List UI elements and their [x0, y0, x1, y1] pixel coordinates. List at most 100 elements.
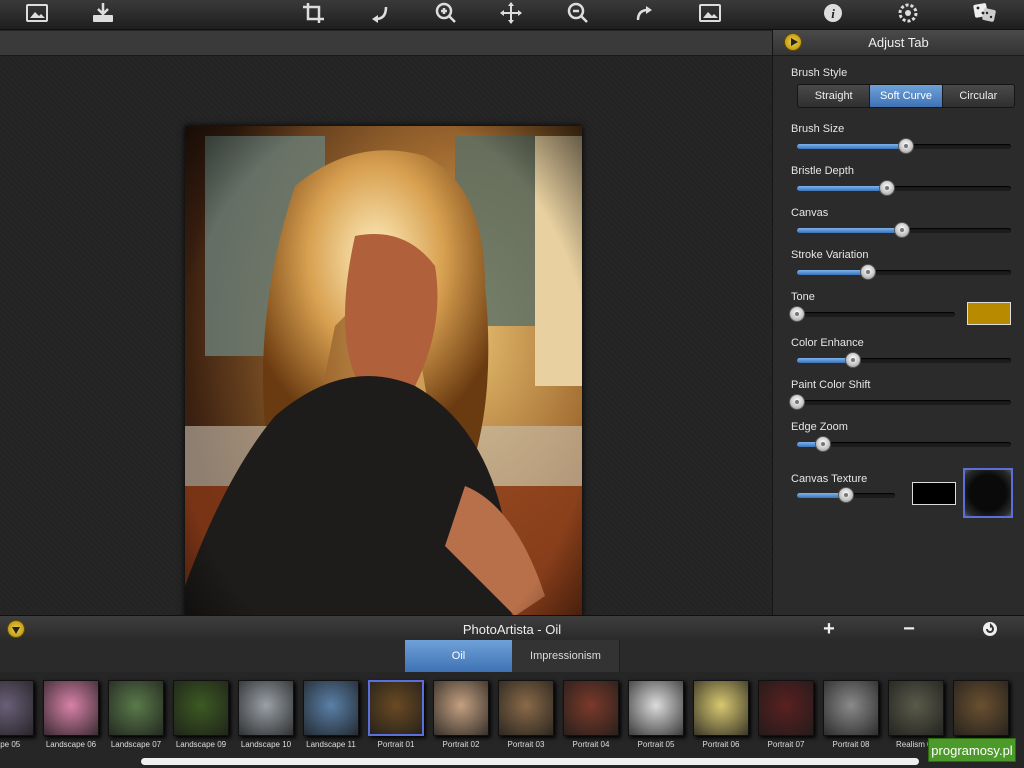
- thumbnail-label: Landscape 07: [110, 740, 162, 749]
- brush-size-slider[interactable]: [797, 138, 1011, 154]
- preset-thumbnail[interactable]: Portrait 03: [496, 680, 556, 749]
- canvas-texture-preview[interactable]: [963, 468, 1013, 518]
- slider-knob[interactable]: [893, 222, 910, 238]
- preset-thumbnail[interactable]: Portrait 02: [431, 680, 491, 749]
- edge-zoom-label: Edge Zoom: [791, 421, 848, 433]
- brush-size-label: Brush Size: [791, 123, 845, 135]
- random-dice-icon[interactable]: [968, 0, 1002, 26]
- preset-thumbnail[interactable]: Portrait 08: [821, 680, 881, 749]
- thumbnail-label: Portrait 02: [442, 740, 480, 749]
- thumbnail-label: Landscape 11: [306, 740, 356, 749]
- app-window: i Adjust Tab Brush Style Straight Soft C…: [0, 0, 1024, 768]
- preset-thumbnail[interactable]: Landscape 06: [41, 680, 101, 749]
- tone-slider[interactable]: [789, 306, 955, 322]
- zoom-in-icon[interactable]: [429, 0, 463, 26]
- thumbnail-label: Portrait 03: [507, 740, 545, 749]
- preset-thumbnail[interactable]: cape 05: [0, 680, 36, 749]
- thumbnail-image: [368, 680, 424, 736]
- preset-thumbnail-strip: cape 05 Landscape 06 Landscape 07 Landscape…: [0, 672, 1024, 768]
- canvas-label: Canvas: [791, 207, 829, 219]
- preset-thumbnail[interactable]: Landscape 07: [106, 680, 166, 749]
- canvas-slider[interactable]: [797, 222, 1011, 238]
- thumbnail-label: Portrait 01: [377, 740, 415, 749]
- bottom-bar: PhotoArtista - Oil + −: [0, 615, 1024, 640]
- settings-icon[interactable]: [891, 0, 925, 26]
- crop-icon[interactable]: [297, 0, 331, 26]
- slider-knob[interactable]: [844, 352, 861, 368]
- color-enhance-label: Color Enhance: [791, 337, 864, 349]
- thumbnail-label: Portrait 05: [637, 740, 675, 749]
- thumbnail-scrollbar[interactable]: [141, 758, 919, 765]
- tab-oil[interactable]: Oil: [405, 640, 513, 672]
- preset-thumbnail[interactable]: Landscape 09: [171, 680, 231, 749]
- slider-knob[interactable]: [878, 180, 895, 196]
- thumbnail-label: Landscape 06: [45, 740, 97, 749]
- add-icon[interactable]: +: [819, 618, 839, 640]
- open-photo-icon[interactable]: [20, 0, 54, 26]
- thumbnail-label: cape 05: [0, 740, 21, 749]
- preset-thumbnail[interactable]: Portrait 04: [561, 680, 621, 749]
- thumbnail-image: [173, 680, 229, 736]
- photo-frame-icon[interactable]: [693, 0, 727, 26]
- slider-knob[interactable]: [838, 487, 854, 503]
- tone-label: Tone: [791, 291, 815, 303]
- preset-thumbnail[interactable]: Portrait 06: [691, 680, 751, 749]
- slider-knob[interactable]: [898, 138, 915, 154]
- preset-thumbnail[interactable]: Landscape 11: [301, 680, 361, 749]
- brush-style-soft-curve[interactable]: Soft Curve: [870, 85, 943, 107]
- rotate-left-icon[interactable]: [363, 0, 397, 26]
- thumbnail-label: Landscape 10: [240, 740, 292, 749]
- thumbnail-image: [823, 680, 879, 736]
- bristle-depth-slider[interactable]: [797, 180, 1011, 196]
- canvas-texture-label: Canvas Texture: [791, 473, 868, 485]
- texture-color-swatch[interactable]: [912, 482, 956, 505]
- slider-knob[interactable]: [859, 264, 876, 280]
- thumbnail-label: Portrait 08: [832, 740, 870, 749]
- thumbnail-image: [628, 680, 684, 736]
- stroke-variation-label: Stroke Variation: [791, 249, 869, 261]
- thumbnail-image: [433, 680, 489, 736]
- canvas-area[interactable]: [0, 56, 772, 655]
- brush-style-segmented: Straight Soft Curve Circular: [797, 84, 1015, 108]
- canvas-header-bar: [0, 31, 772, 56]
- preset-thumbnail[interactable]: Portrait 01: [366, 680, 426, 749]
- zoom-out-icon[interactable]: [561, 0, 595, 26]
- thumbnail-label: Landscape 09: [175, 740, 227, 749]
- move-icon[interactable]: [494, 0, 528, 26]
- thumbnail-image: [498, 680, 554, 736]
- rotate-right-icon[interactable]: [627, 0, 661, 26]
- color-enhance-slider[interactable]: [797, 352, 1011, 368]
- save-icon[interactable]: [86, 0, 120, 26]
- thumbnail-image: [693, 680, 749, 736]
- slider-knob[interactable]: [814, 436, 831, 452]
- brush-style-circular[interactable]: Circular: [943, 85, 1014, 107]
- slider-knob[interactable]: [789, 306, 805, 322]
- remove-icon[interactable]: −: [899, 618, 919, 640]
- canvas-texture-slider[interactable]: [797, 487, 895, 503]
- svg-text:i: i: [831, 6, 835, 21]
- preset-thumbnail[interactable]: Landscape 10: [236, 680, 296, 749]
- brush-style-label: Brush Style: [791, 67, 848, 79]
- paint-color-shift-slider[interactable]: [789, 394, 1011, 410]
- preset-thumbnail[interactable]: Portrait 07: [756, 680, 816, 749]
- brush-style-straight[interactable]: Straight: [798, 85, 871, 107]
- bristle-depth-label: Bristle Depth: [791, 165, 854, 177]
- preset-thumbnail[interactable]: Portrait 05: [626, 680, 686, 749]
- oil-painting-preview[interactable]: [185, 126, 582, 655]
- slider-knob[interactable]: [789, 394, 805, 410]
- tab-impressionism[interactable]: Impressionism: [512, 640, 620, 672]
- thumbnail-image: [758, 680, 814, 736]
- thumbnail-image: [238, 680, 294, 736]
- stroke-variation-slider[interactable]: [797, 264, 1011, 280]
- thumbnail-label: Portrait 04: [572, 740, 610, 749]
- thumbnail-image: [563, 680, 619, 736]
- thumbnail-label: Portrait 06: [702, 740, 740, 749]
- thumbnail-image: [953, 680, 1009, 736]
- thumbnail-label: Portrait 07: [767, 740, 805, 749]
- edge-zoom-slider[interactable]: [797, 436, 1011, 452]
- thumbnail-image: [0, 680, 34, 736]
- info-icon[interactable]: i: [816, 0, 850, 26]
- panel-header: Adjust Tab: [773, 30, 1024, 56]
- refresh-icon[interactable]: [980, 619, 1000, 639]
- tone-color-swatch[interactable]: [967, 302, 1011, 325]
